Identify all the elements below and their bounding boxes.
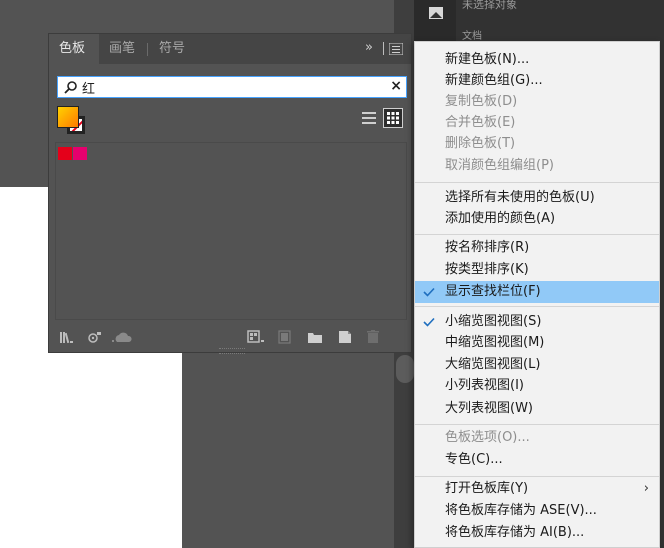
- new-folder-icon[interactable]: [307, 330, 323, 344]
- menu-item-large-thumbnail-view[interactable]: 大缩览图视图(L): [415, 354, 659, 376]
- tab-swatches[interactable]: 色板: [49, 34, 99, 64]
- tab-symbols[interactable]: 符号: [149, 34, 197, 64]
- swatch-grid: [55, 142, 407, 320]
- fill-swatch[interactable]: [57, 106, 79, 128]
- menu-item-select-unused[interactable]: 选择所有未使用的色板(U): [415, 187, 659, 209]
- menu-item-label: 显示查找栏位(F): [445, 284, 541, 299]
- menu-item-save-library-ai[interactable]: 将色板库存储为 AI(B)...: [415, 522, 659, 544]
- swatches-panel: 色板 画笔 符号 » ×: [48, 33, 412, 354]
- tab-separator: [147, 43, 148, 56]
- menu-item-small-thumbnail-view[interactable]: 小缩览图视图(S): [415, 311, 659, 333]
- tab-brushes[interactable]: 画笔: [99, 34, 147, 64]
- menu-item-new-color-group[interactable]: 新建颜色组(G)...: [415, 70, 659, 92]
- checkmark-icon: [423, 287, 435, 297]
- menu-item-merge-swatches[interactable]: 合并色板(E): [415, 112, 659, 134]
- list-view-icon[interactable]: [361, 110, 377, 126]
- menu-item-swatch-options[interactable]: 色板选项(O)...: [415, 427, 659, 449]
- menu-item-spot-colors[interactable]: 专色(C)...: [415, 449, 659, 471]
- menu-item-sort-by-kind[interactable]: 按类型排序(K): [415, 259, 659, 281]
- menu-separator: [415, 476, 659, 477]
- fill-stroke-indicator[interactable]: [57, 106, 93, 140]
- menu-separator: [415, 182, 659, 183]
- selection-icon: [429, 7, 443, 19]
- panel-ctrl-separator: [383, 42, 384, 55]
- collapse-panel-icon[interactable]: »: [365, 40, 373, 55]
- color-group-icon[interactable]: [277, 330, 293, 344]
- swatch-options-icon[interactable]: [247, 330, 267, 344]
- checkmark-icon: [423, 317, 435, 327]
- dock-scroll-handle[interactable]: [396, 355, 414, 383]
- menu-item-medium-thumbnail-view[interactable]: 中缩览图视图(M): [415, 332, 659, 354]
- menu-separator: [415, 234, 659, 235]
- swatches-panel-menu: 新建色板(N)... 新建颜色组(G)... 复制色板(D) 合并色板(E) 删…: [414, 41, 660, 548]
- clear-search-icon[interactable]: ×: [390, 78, 402, 94]
- swatch-magenta-red[interactable]: [73, 147, 87, 160]
- no-selection-label: 未选择对象: [462, 0, 517, 11]
- cloud-icon[interactable]: [111, 330, 133, 344]
- menu-separator: [415, 424, 659, 425]
- show-kinds-icon[interactable]: [87, 330, 103, 344]
- menu-item-open-swatch-library[interactable]: 打开色板库(Y) ›: [415, 478, 659, 500]
- menu-item-ungroup-color-group[interactable]: 取消颜色组编组(P): [415, 155, 659, 177]
- menu-item-new-swatch[interactable]: 新建色板(N)...: [415, 49, 659, 71]
- panel-tab-bar: 色板 画笔 符号 »: [49, 34, 411, 64]
- search-input[interactable]: [82, 77, 382, 97]
- delete-icon[interactable]: [365, 330, 381, 344]
- swatch-red[interactable]: [58, 147, 72, 160]
- document-label: 文档: [462, 31, 482, 42]
- menu-item-show-find-field[interactable]: 显示查找栏位(F): [415, 281, 659, 303]
- menu-item-sort-by-name[interactable]: 按名称排序(R): [415, 237, 659, 259]
- menu-item-large-list-view[interactable]: 大列表视图(W): [415, 398, 659, 420]
- menu-item-add-used-colors[interactable]: 添加使用的颜色(A): [415, 208, 659, 230]
- panel-menu-icon[interactable]: [389, 43, 403, 55]
- search-icon: [64, 81, 77, 94]
- menu-item-label: 小缩览图视图(S): [445, 314, 542, 329]
- new-swatch-icon[interactable]: [337, 330, 353, 344]
- panel-resize-grip[interactable]: [219, 348, 245, 354]
- swatch-library-icon[interactable]: [59, 330, 75, 344]
- menu-item-label: 打开色板库(Y): [445, 481, 529, 496]
- menu-item-small-list-view[interactable]: 小列表视图(I): [415, 375, 659, 397]
- menu-item-delete-swatch[interactable]: 删除色板(T): [415, 133, 659, 155]
- menu-item-save-library-ase[interactable]: 将色板库存储为 ASE(V)...: [415, 500, 659, 522]
- swatch-search-field[interactable]: ×: [57, 76, 407, 98]
- menu-item-duplicate-swatch[interactable]: 复制色板(D): [415, 91, 659, 113]
- thumbnail-view-icon[interactable]: [383, 108, 403, 128]
- menu-separator: [415, 306, 659, 307]
- submenu-arrow-icon: ›: [643, 481, 649, 496]
